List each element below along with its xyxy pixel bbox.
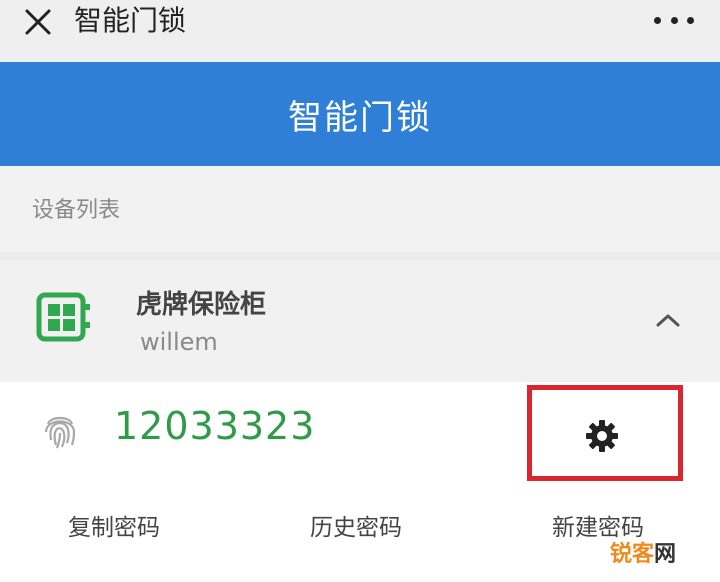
password-value: 12033323: [114, 404, 316, 448]
more-icon-dot: [687, 16, 694, 24]
more-icon-dot: [654, 16, 661, 24]
top-navigation-bar: 智能门锁: [0, 0, 720, 62]
section-header: 设备列表: [0, 166, 720, 252]
collapse-button[interactable]: [648, 300, 688, 340]
device-detail-panel: 12033323 复制密码 历史密码 新建密码 锐客网: [0, 382, 720, 582]
history-password-button[interactable]: 历史密码: [310, 508, 402, 542]
copy-password-button[interactable]: 复制密码: [68, 508, 160, 542]
safe-device-icon: [36, 292, 90, 342]
gear-icon: [586, 420, 618, 452]
fingerprint-icon: [44, 416, 76, 449]
close-button[interactable]: [20, 4, 56, 40]
chevron-up-icon: [656, 314, 680, 327]
device-user: willem: [140, 328, 218, 356]
watermark-text-2: 网: [653, 542, 676, 567]
device-name: 虎牌保险柜: [136, 290, 267, 320]
topbar-title: 智能门锁: [74, 4, 187, 37]
more-icon-dot: [670, 16, 678, 24]
banner-title: 智能门锁: [288, 97, 432, 138]
device-item[interactable]: 虎牌保险柜 willem: [0, 260, 720, 382]
more-options-button[interactable]: [654, 8, 694, 32]
watermark-text-1: 锐客: [609, 542, 654, 567]
header-banner: 智能门锁: [0, 62, 720, 166]
device-list-label: 设备列表: [32, 198, 121, 223]
close-icon: [25, 9, 51, 35]
settings-button[interactable]: [584, 418, 620, 454]
watermark-logo: 锐客网: [610, 536, 676, 568]
